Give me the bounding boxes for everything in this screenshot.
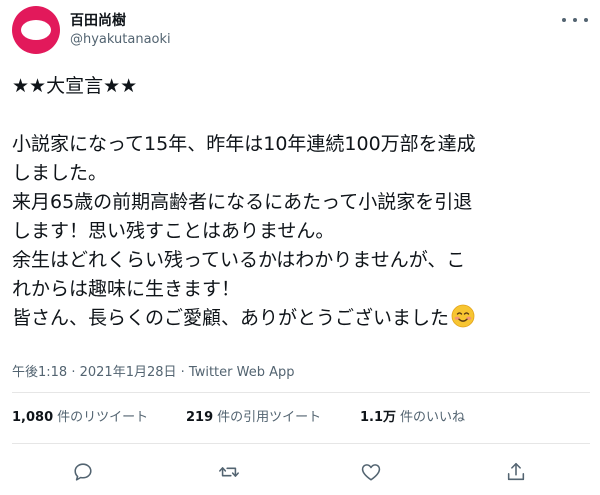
tweet-line: 小説家になって15年、昨年は10年連続100万部を達成: [12, 133, 476, 155]
like-icon[interactable]: [358, 459, 384, 485]
tweet-meta: 午後1:18 · 2021年1月28日 · Twitter Web App: [12, 361, 295, 380]
tweet-text: ★★大宣言★★ 小説家になって15年、昨年は10年連続100万部を達成 しました…: [12, 72, 590, 333]
like-count-label: 件のいいね: [400, 410, 466, 425]
more-dot: [573, 18, 577, 22]
like-count: 1.1万: [360, 410, 397, 425]
tweet-line: れからは趣味に生きます！: [12, 278, 241, 300]
more-options-icon[interactable]: [562, 12, 588, 28]
smiling-face-with-blush-emoji: [451, 304, 475, 328]
tweet-actions: [0, 455, 600, 489]
divider: [12, 392, 590, 393]
tweet-stats: 1,080 件のリツイート 219 件の引用ツイート 1.1万 件のいいね: [12, 406, 590, 436]
avatar-ring: [21, 20, 51, 40]
share-icon[interactable]: [503, 459, 529, 485]
tweet-header: 百田尚樹 @hyakutanaoki: [0, 0, 600, 60]
quote-count-label: 件の引用ツイート: [217, 410, 322, 425]
user-handle[interactable]: @hyakutanaoki: [70, 32, 171, 47]
tweet-line: 皆さん、長らくのご愛顧、ありがとうございました: [12, 307, 450, 329]
tweet-line: 来月65歳の前期高齢者になるにあたって小説家を引退: [12, 191, 473, 213]
display-name[interactable]: 百田尚樹: [70, 10, 126, 30]
tweet-line: 余生はどれくらい残っているかはわかりませんが、こ: [12, 249, 466, 271]
more-dot: [584, 18, 588, 22]
meta-separator: ·: [67, 365, 80, 380]
tweet-time[interactable]: 午後1:18: [12, 365, 67, 380]
avatar[interactable]: [12, 6, 60, 54]
divider: [12, 443, 590, 444]
tweet-last-line: 皆さん、長らくのご愛顧、ありがとうございました: [12, 304, 590, 333]
quote-count: 219: [186, 410, 214, 425]
tweet-line: しました。: [12, 162, 108, 184]
retweet-count-label: 件のリツイート: [57, 410, 149, 425]
retweet-count: 1,080: [12, 410, 54, 425]
retweet-count-stat[interactable]: 1,080 件のリツイート: [12, 406, 148, 425]
meta-separator: ·: [176, 365, 189, 380]
more-dot: [562, 18, 566, 22]
quote-count-stat[interactable]: 219 件の引用ツイート: [186, 406, 321, 425]
tweet-line: します！思い残すことはありません。: [12, 220, 335, 242]
retweet-icon[interactable]: [216, 459, 242, 485]
tweet-date[interactable]: 2021年1月28日: [80, 365, 177, 380]
reply-icon-glyph: [74, 463, 92, 481]
tweet-line: ★★大宣言★★: [12, 75, 138, 97]
reply-icon[interactable]: [70, 459, 96, 485]
tweet-source[interactable]: Twitter Web App: [189, 365, 295, 380]
like-icon-glyph: [361, 464, 381, 481]
retweet-icon-glyph: [219, 467, 239, 477]
share-icon-glyph: [507, 462, 525, 481]
like-count-stat[interactable]: 1.1万 件のいいね: [360, 406, 465, 425]
